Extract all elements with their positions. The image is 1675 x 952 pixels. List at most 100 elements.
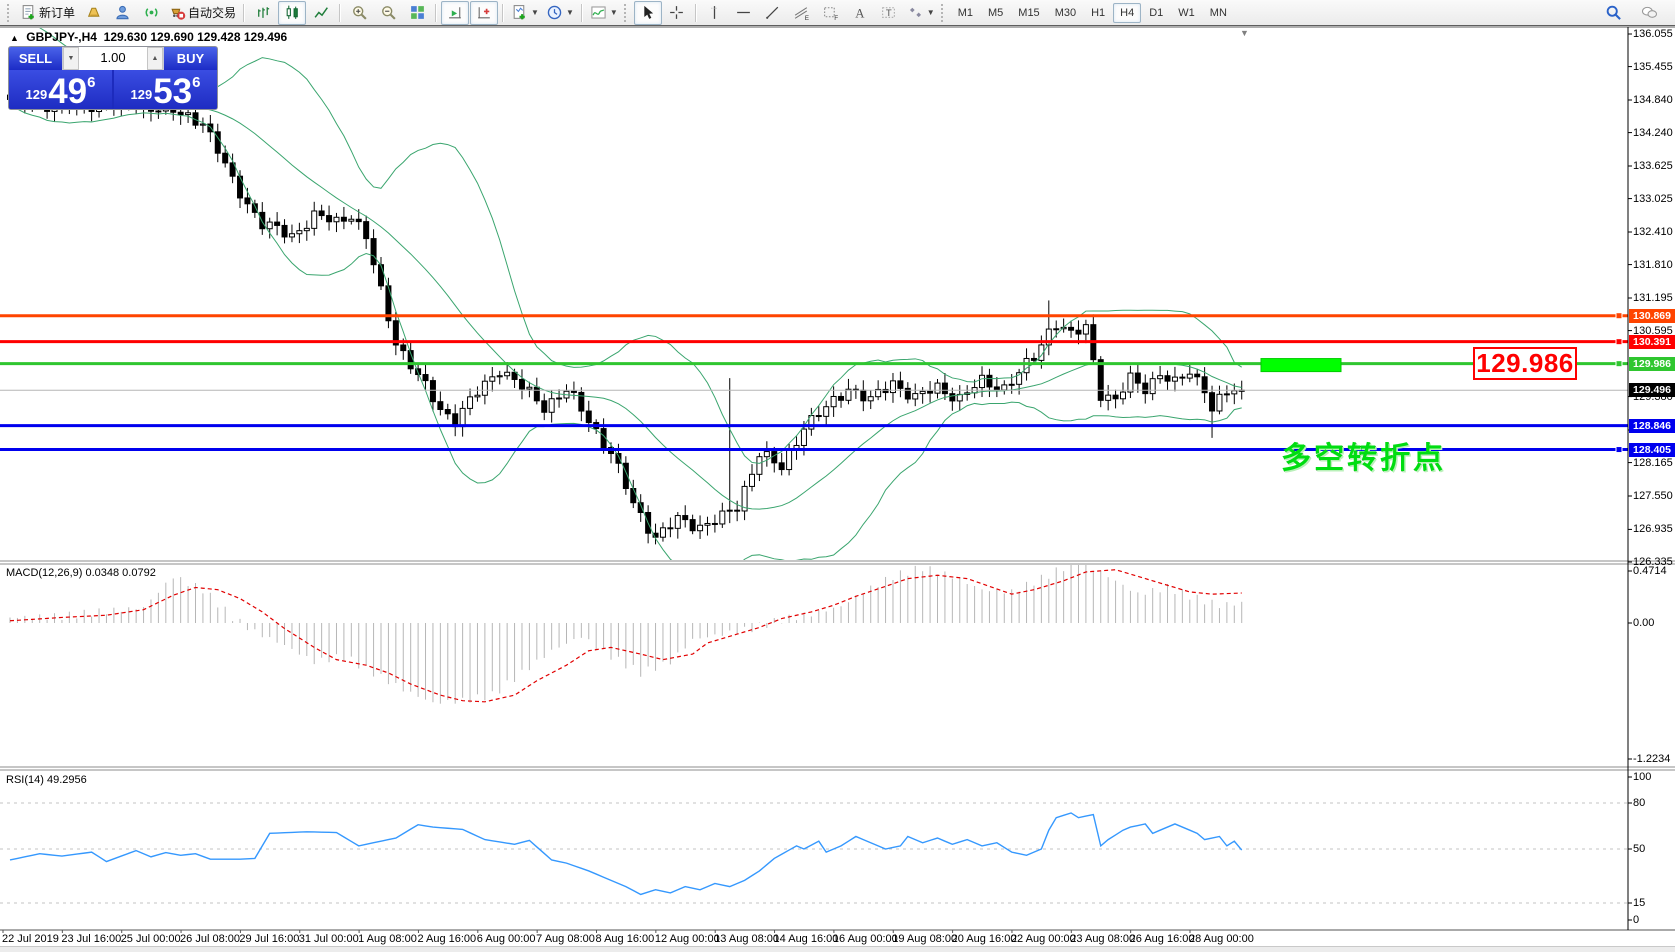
- time-axis-label: 23 Aug 08:00: [1070, 933, 1135, 945]
- time-axis-label: 20 Aug 16:00: [952, 933, 1017, 945]
- volume-input[interactable]: 1.00: [79, 47, 147, 70]
- auto-trading-button-label: 自动交易: [188, 4, 236, 21]
- price-annotation-box: 129.986: [1473, 347, 1577, 380]
- profiles-button[interactable]: [79, 1, 107, 25]
- price-badge-130.391: 130.391: [1629, 335, 1675, 349]
- toolbar-grip: [624, 4, 631, 22]
- person-icon: [114, 4, 131, 21]
- bid-price-badge: 129.496: [1629, 383, 1675, 397]
- timeframe-m15-button[interactable]: M15: [1011, 3, 1046, 23]
- linec-icon: [313, 4, 330, 21]
- timeframe-m5-button[interactable]: M5: [981, 3, 1010, 23]
- chart-shift-button[interactable]: [470, 1, 498, 25]
- chart-shift-marker-icon[interactable]: ▼: [1240, 28, 1249, 38]
- new-chart-button[interactable]: ▼: [508, 1, 542, 25]
- autotrade-icon: [169, 4, 186, 21]
- time-axis-label: 2 Aug 16:00: [417, 933, 476, 945]
- timeframe-mn-button[interactable]: MN: [1203, 3, 1234, 23]
- timeframe-d1-button[interactable]: D1: [1142, 3, 1170, 23]
- price-tick: 127.550: [1633, 490, 1673, 502]
- text-button[interactable]: A: [846, 1, 874, 25]
- chevron-down-icon[interactable]: ▼: [927, 8, 935, 17]
- price-tick: 136.055: [1633, 28, 1673, 40]
- signals-button[interactable]: [137, 1, 165, 25]
- sell-price-display[interactable]: 129 49 6: [9, 70, 112, 109]
- channel-button[interactable]: F: [817, 1, 845, 25]
- one-click-trading-panel: SELL ▼ 1.00 ▲ BUY 129 49 6 129 53 6: [8, 46, 218, 110]
- tile-windows-button[interactable]: [403, 1, 431, 25]
- ohlc-high: 129.690: [150, 30, 193, 44]
- fibo-button[interactable]: E: [788, 1, 816, 25]
- chat-button[interactable]: [1635, 1, 1663, 25]
- clock-icon: [546, 4, 563, 21]
- market-watch-button[interactable]: [108, 1, 136, 25]
- price-badge-130.869: 130.869: [1629, 309, 1675, 323]
- auto-scroll-button[interactable]: [441, 1, 469, 25]
- volume-increase-button[interactable]: ▲: [147, 47, 163, 70]
- chartshift-icon: [476, 4, 493, 21]
- sell-button[interactable]: SELL: [9, 47, 62, 70]
- zoom-out-button[interactable]: [374, 1, 402, 25]
- price-tick: 131.810: [1633, 259, 1673, 271]
- chevron-down-icon[interactable]: ▼: [566, 8, 574, 17]
- zoom-in-button[interactable]: [345, 1, 373, 25]
- price-badge-128.405: 128.405: [1629, 443, 1675, 457]
- highlight-rectangle[interactable]: [1261, 359, 1341, 372]
- search-button[interactable]: [1599, 1, 1627, 25]
- time-axis-label: 26 Jul 08:00: [180, 933, 240, 945]
- buy-price-display[interactable]: 129 53 6: [114, 70, 217, 109]
- line-chart-button[interactable]: [307, 1, 335, 25]
- rsi-tick: 15: [1633, 897, 1645, 909]
- chevron-down-icon[interactable]: ▼: [531, 8, 539, 17]
- svg-text:F: F: [835, 15, 839, 21]
- candle-chart-button[interactable]: [278, 1, 306, 25]
- time-axis-label: 26 Aug 16:00: [1130, 933, 1195, 945]
- fibo-icon: E: [793, 4, 810, 21]
- signal-icon: [143, 4, 160, 21]
- buy-price-pip: 6: [192, 74, 200, 91]
- vline-button[interactable]: [701, 1, 729, 25]
- label-button[interactable]: T: [875, 1, 903, 25]
- rsi-line: [10, 813, 1242, 894]
- time-axis-label: 7 Aug 08:00: [536, 933, 595, 945]
- timeframe-h1-button[interactable]: H1: [1084, 3, 1112, 23]
- periods-button[interactable]: ▼: [543, 1, 577, 25]
- time-axis-label: 22 Aug 00:00: [1011, 933, 1076, 945]
- timeframe-m1-button[interactable]: M1: [951, 3, 980, 23]
- indicators-button[interactable]: ▼: [587, 1, 621, 25]
- timeframe-h4-button[interactable]: H4: [1113, 3, 1141, 23]
- textA-icon: A: [851, 4, 868, 21]
- collapse-arrow-icon[interactable]: ▲: [10, 33, 19, 43]
- shapes-button[interactable]: ▼: [904, 1, 938, 25]
- trendline-button[interactable]: [759, 1, 787, 25]
- crosshair-button[interactable]: [663, 1, 691, 25]
- new-order-button[interactable]: 新订单: [17, 1, 78, 25]
- chevron-down-icon[interactable]: ▼: [610, 8, 618, 17]
- time-axis-label: 19 Aug 08:00: [892, 933, 957, 945]
- svg-text:E: E: [805, 15, 809, 21]
- cursor-icon: [639, 4, 656, 21]
- zoomin-icon: [351, 4, 368, 21]
- price-tick: 132.410: [1633, 226, 1673, 238]
- timeframe-w1-button[interactable]: W1: [1171, 3, 1202, 23]
- cursor-button[interactable]: [634, 1, 662, 25]
- toolbar-separator: [243, 4, 245, 22]
- buy-button[interactable]: BUY: [164, 47, 217, 70]
- buy-price-big: 53: [153, 77, 192, 106]
- time-axis-label: 22 Jul 2019: [2, 933, 59, 945]
- sell-price-big: 49: [48, 77, 87, 106]
- hline-button[interactable]: [730, 1, 758, 25]
- toolbar-separator: [339, 4, 341, 22]
- gridf-icon: F: [822, 4, 839, 21]
- toolbar-separator: [581, 4, 583, 22]
- price-tick: 134.240: [1633, 127, 1673, 139]
- bar-chart-button[interactable]: [249, 1, 277, 25]
- macd-tick: 0.4714: [1633, 565, 1667, 577]
- volume-decrease-button[interactable]: ▼: [63, 47, 79, 70]
- toolbar-separator: [695, 4, 697, 22]
- price-badge-128.846: 128.846: [1629, 419, 1675, 433]
- time-axis-label: 12 Aug 00:00: [655, 933, 720, 945]
- timeframe-m30-button[interactable]: M30: [1048, 3, 1083, 23]
- auto-trading-button[interactable]: 自动交易: [166, 1, 239, 25]
- svg-text:T: T: [886, 8, 892, 19]
